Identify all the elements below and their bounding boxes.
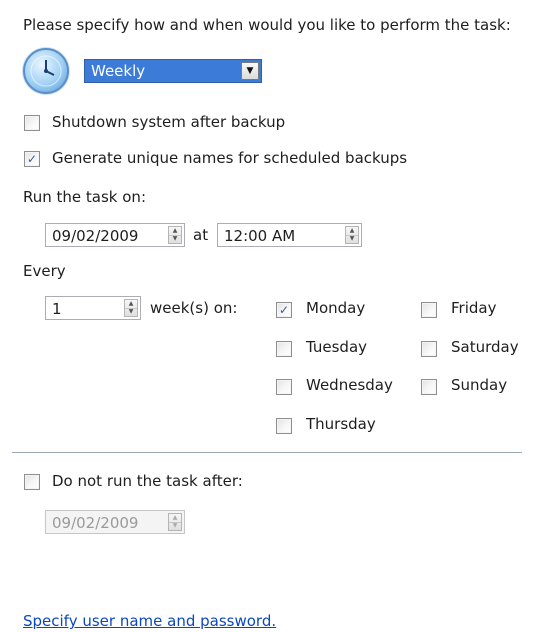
thursday-label: Thursday bbox=[306, 415, 376, 433]
monday-label: Monday bbox=[306, 299, 366, 317]
run-date-value: 09/02/2009 bbox=[52, 227, 139, 245]
friday-label: Friday bbox=[451, 299, 497, 317]
checkmark-icon bbox=[277, 419, 291, 433]
checkmark-icon bbox=[277, 380, 291, 394]
run-date-field[interactable]: 09/02/2009 ▲ ▼ bbox=[45, 223, 185, 247]
checkmark-icon bbox=[422, 380, 436, 394]
spin-down-icon: ▼ bbox=[172, 522, 178, 529]
checkmark-icon bbox=[25, 116, 39, 130]
frequency-value: Weekly bbox=[91, 62, 146, 80]
credentials-link[interactable]: Specify user name and password. bbox=[23, 612, 276, 630]
frequency-select[interactable]: Weekly ▼ bbox=[84, 59, 262, 83]
unique-names-checkbox[interactable]: ✓ bbox=[24, 151, 40, 167]
instruction-text: Please specify how and when would you li… bbox=[23, 16, 511, 34]
tuesday-checkbox[interactable] bbox=[276, 341, 292, 357]
run-time-field[interactable]: 12:00 AM ▲ ▼ bbox=[217, 223, 362, 247]
week-unit-label: week(s) on: bbox=[150, 299, 238, 317]
every-spinner[interactable]: ▲ ▼ bbox=[124, 299, 138, 317]
every-value-field[interactable]: 1 ▲ ▼ bbox=[45, 296, 141, 320]
every-value: 1 bbox=[52, 300, 62, 318]
checkmark-icon bbox=[422, 342, 436, 356]
checkmark-icon: ✓ bbox=[278, 303, 290, 317]
every-label: Every bbox=[23, 262, 66, 280]
run-time-spinner[interactable]: ▲ ▼ bbox=[345, 226, 359, 244]
checkmark-icon: ✓ bbox=[26, 152, 38, 166]
checkmark-icon bbox=[422, 303, 436, 317]
clock-icon bbox=[23, 48, 69, 94]
shutdown-checkbox[interactable] bbox=[24, 115, 40, 131]
section-divider bbox=[12, 452, 522, 453]
checkmark-icon bbox=[25, 475, 39, 489]
spin-down-icon[interactable]: ▼ bbox=[125, 308, 137, 316]
thursday-checkbox[interactable] bbox=[276, 418, 292, 434]
chevron-down-icon[interactable]: ▼ bbox=[241, 62, 259, 80]
sunday-checkbox[interactable] bbox=[421, 379, 437, 395]
stop-date-value: 09/02/2009 bbox=[52, 514, 139, 532]
run-time-value: 12:00 AM bbox=[224, 227, 296, 245]
run-date-spinner[interactable]: ▲ ▼ bbox=[168, 226, 182, 244]
spin-down-icon[interactable]: ▼ bbox=[346, 235, 358, 243]
run-label: Run the task on: bbox=[23, 188, 146, 206]
stop-date-checkbox[interactable] bbox=[24, 474, 40, 490]
tuesday-label: Tuesday bbox=[306, 338, 368, 356]
spin-down-icon[interactable]: ▼ bbox=[169, 235, 181, 243]
saturday-checkbox[interactable] bbox=[421, 341, 437, 357]
stop-date-spinner: ▲ ▼ bbox=[168, 513, 182, 531]
wednesday-checkbox[interactable] bbox=[276, 379, 292, 395]
checkmark-icon bbox=[277, 342, 291, 356]
friday-checkbox[interactable] bbox=[421, 302, 437, 318]
stop-date-field: 09/02/2009 ▲ ▼ bbox=[45, 510, 185, 534]
wednesday-label: Wednesday bbox=[306, 376, 393, 394]
monday-checkbox[interactable]: ✓ bbox=[276, 302, 292, 318]
at-label: at bbox=[193, 226, 209, 244]
unique-names-label: Generate unique names for scheduled back… bbox=[52, 149, 408, 167]
sunday-label: Sunday bbox=[451, 376, 508, 394]
stop-date-label: Do not run the task after: bbox=[52, 472, 243, 490]
saturday-label: Saturday bbox=[451, 338, 519, 356]
shutdown-label: Shutdown system after backup bbox=[52, 113, 286, 131]
